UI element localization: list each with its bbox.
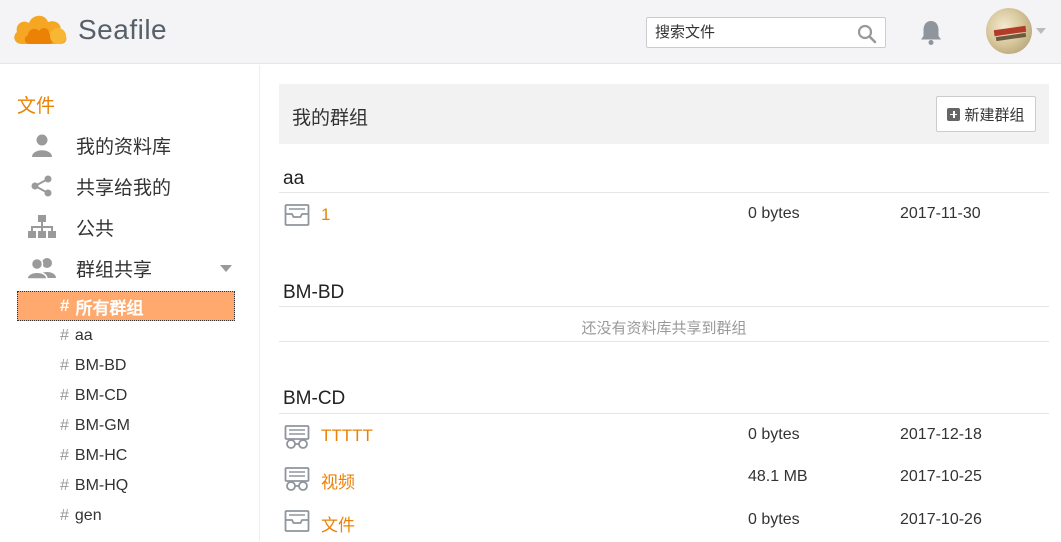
hash-icon: # (60, 507, 69, 524)
library-size: 0 bytes (748, 205, 800, 222)
group-item-label: aa (74, 327, 93, 344)
group-section-title[interactable]: BM-BD (283, 282, 344, 304)
library-readonly-icon (284, 424, 310, 455)
sidebar: 文件 我的资料库 共享给我的 公共 群组共享 # 所有群组 # aa # BM-… (0, 65, 260, 541)
plus-square-icon (947, 107, 961, 121)
hash-icon: # (60, 296, 70, 315)
library-date: 2017-12-18 (900, 426, 982, 443)
new-group-button[interactable]: 新建群组 (936, 96, 1036, 132)
library-icon (284, 203, 310, 232)
hash-icon: # (60, 357, 69, 374)
group-item-label: gen (74, 507, 102, 524)
sidebar-item-label: 公共 (76, 218, 115, 240)
library-icon (284, 509, 310, 538)
new-group-label: 新建群组 (964, 106, 1025, 124)
avatar[interactable] (986, 8, 1032, 54)
sidebar-item-groups[interactable]: 群组共享 (20, 252, 242, 284)
library-row[interactable]: TTTTT 0 bytes 2017-12-18 (279, 415, 1049, 457)
group-item-bm-hq[interactable]: # BM-HQ (60, 472, 128, 500)
sidebar-item-shared-with-me[interactable]: 共享给我的 (20, 170, 242, 202)
group-item-label: BM-CD (74, 387, 128, 404)
library-name[interactable]: 视频 (321, 468, 355, 493)
group-item-bm-bd[interactable]: # BM-BD (60, 352, 126, 380)
library-size: 0 bytes (748, 426, 800, 443)
group-section-title[interactable]: aa (283, 168, 304, 190)
hash-icon: # (60, 417, 69, 434)
search-icon[interactable] (857, 24, 877, 49)
search-box (646, 17, 886, 48)
divider (279, 306, 1049, 307)
hash-icon: # (60, 477, 69, 494)
library-name[interactable]: TTTTT (321, 426, 373, 446)
library-row[interactable]: 视频 48.1 MB 2017-10-25 (279, 457, 1049, 499)
sidebar-item-label: 共享给我的 (76, 177, 172, 199)
sidebar-heading: 文件 (17, 96, 56, 117)
page-title: 我的群组 (292, 108, 369, 129)
group-item-bm-cd[interactable]: # BM-CD (60, 382, 127, 410)
group-item-gen[interactable]: # gen (60, 502, 102, 530)
bell-icon[interactable] (917, 18, 945, 51)
sitemap-icon (20, 214, 64, 240)
chevron-down-icon[interactable] (1036, 28, 1046, 34)
hash-icon: # (60, 387, 69, 404)
group-icon (20, 256, 64, 280)
cloud-logo-icon (14, 15, 67, 44)
library-size: 48.1 MB (748, 468, 808, 485)
top-header: Seafile (0, 0, 1061, 64)
sidebar-item-my-libraries[interactable]: 我的资料库 (20, 129, 242, 161)
group-section-title[interactable]: BM-CD (283, 388, 345, 410)
group-item-bm-gm[interactable]: # BM-GM (60, 412, 130, 440)
divider (279, 341, 1049, 342)
library-size: 0 bytes (748, 511, 800, 528)
group-item-all-groups[interactable]: # 所有群组 (17, 291, 235, 321)
page-title-bar: 我的群组 新建群组 (279, 84, 1049, 144)
seafile-logo[interactable]: Seafile (12, 8, 167, 52)
search-input[interactable] (647, 18, 847, 47)
library-row[interactable]: 1 0 bytes 2017-11-30 (279, 194, 1049, 236)
divider (279, 192, 1049, 193)
hash-icon: # (60, 447, 69, 464)
group-item-label: BM-GM (74, 417, 131, 434)
group-item-label: BM-HC (74, 447, 128, 464)
caret-down-icon[interactable] (220, 265, 232, 272)
group-item-bm-hc[interactable]: # BM-HC (60, 442, 127, 470)
group-item-label: BM-BD (74, 357, 127, 374)
library-date: 2017-11-30 (900, 205, 981, 222)
library-name[interactable]: 1 (321, 205, 330, 225)
library-readonly-icon (284, 466, 310, 497)
library-row[interactable]: 文件 0 bytes 2017-10-26 (279, 500, 1049, 542)
sidebar-item-label: 我的资料库 (76, 136, 172, 158)
hash-icon: # (60, 327, 69, 344)
brand-name: Seafile (78, 14, 168, 45)
group-item-aa[interactable]: # aa (60, 322, 93, 350)
divider (279, 413, 1049, 414)
sidebar-item-public[interactable]: 公共 (20, 211, 242, 243)
group-item-label: 所有群组 (75, 298, 144, 318)
library-date: 2017-10-26 (900, 511, 982, 528)
library-date: 2017-10-25 (900, 468, 982, 485)
library-name[interactable]: 文件 (321, 511, 355, 536)
group-item-label: BM-HQ (74, 477, 129, 494)
user-icon (20, 133, 64, 157)
empty-library-message: 还没有资料库共享到群组 (581, 320, 747, 337)
sidebar-item-label: 群组共享 (76, 259, 153, 281)
share-icon (20, 174, 64, 198)
